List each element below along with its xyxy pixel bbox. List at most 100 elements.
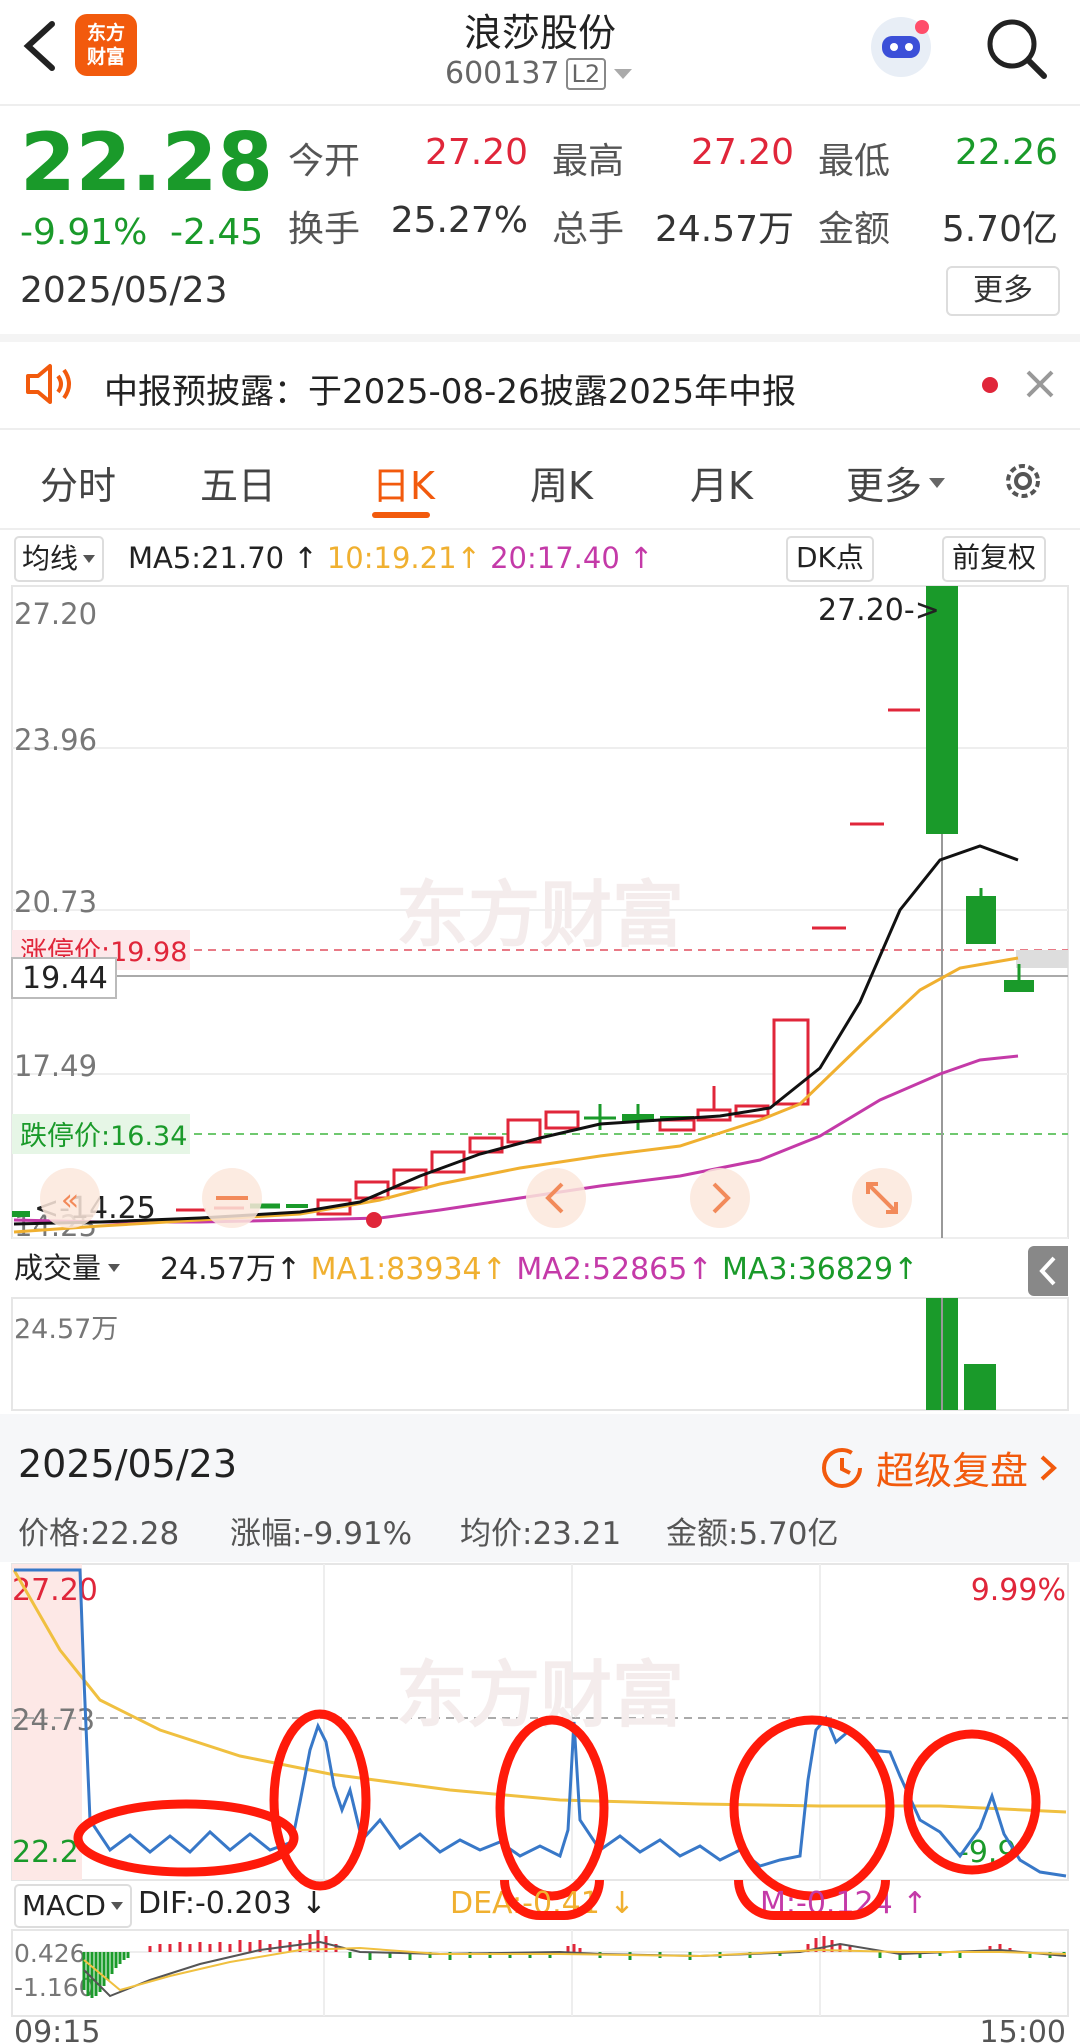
current-price: 22.28: [20, 116, 274, 209]
macd-time-end: 15:00: [980, 2015, 1066, 2044]
chevron-down-icon: [929, 477, 946, 488]
ma-selector[interactable]: 均线: [14, 536, 105, 582]
level-badge: L2: [565, 57, 607, 90]
intraday-bottom-left: 22.2: [12, 1835, 79, 1870]
stock-code-row[interactable]: 600137 L2: [445, 56, 634, 91]
adjust-label: 前复权: [952, 541, 1037, 574]
macd-dif: DIF:-0.203 ↓: [138, 1886, 327, 1921]
chevron-down-icon: [110, 1902, 123, 1910]
speaker-icon: [24, 362, 74, 406]
intraday-top-right: 9.99%: [971, 1573, 1066, 1608]
svg-text:«: «: [61, 1183, 79, 1218]
high-label: 最高: [552, 141, 625, 182]
high-marker: 27.20->: [818, 593, 940, 628]
chevron-down-icon: [614, 68, 633, 79]
low-label: 最低: [818, 141, 891, 182]
intraday-date: 2025/05/23: [18, 1442, 238, 1486]
ma10-value: 10:19.21: [326, 541, 457, 575]
step-right-button[interactable]: [690, 1168, 750, 1228]
change-percent: -9.91%: [20, 212, 148, 253]
chart-settings-button[interactable]: [998, 456, 1048, 506]
volume-selector[interactable]: 成交量: [14, 1248, 121, 1288]
turnover-value: 25.27%: [390, 200, 528, 241]
tab-monthly-k[interactable]: 月K: [690, 455, 753, 510]
more-button[interactable]: 更多: [946, 266, 1060, 316]
close-icon: [1026, 370, 1054, 398]
cursor-price-label: 19.44: [22, 961, 108, 996]
volume-indicators: 24.57万↑ MA1:83934↑ MA2:52865↑ MA3:36829↑: [160, 1252, 919, 1287]
gear-icon: [1006, 464, 1040, 498]
low-point-dot: [366, 1212, 382, 1228]
volume-ma3: MA3:36829: [722, 1252, 894, 1287]
kline-y-label-1: 27.20: [14, 597, 97, 631]
macd-dif-text: DIF:-0.203: [138, 1886, 292, 1921]
notice-dot: [982, 377, 998, 393]
tab-intraday[interactable]: 分时: [40, 455, 116, 510]
search-button[interactable]: [980, 12, 1050, 82]
kline-y-label-4: 17.49: [14, 1049, 97, 1083]
volume-axis-label: 24.57万: [14, 1314, 118, 1345]
intraday-chart[interactable]: 东方财富 27.20 9.99% 24.73 22.2 -9.9 0.426 -…: [0, 1562, 1080, 2044]
open-label: 今开: [288, 141, 361, 182]
notice-close-button[interactable]: [1022, 366, 1058, 402]
robot-avatar-icon[interactable]: [866, 12, 936, 82]
tab-more-label: 更多: [846, 464, 923, 508]
chevron-right-icon: [1040, 1455, 1057, 1480]
tab-daily-k[interactable]: 日K: [372, 455, 435, 510]
limit-down-label: 跌停价:16.34: [20, 1121, 187, 1152]
annotation-circle-1: [73, 1799, 299, 1877]
intraday-price: 价格:22.28: [18, 1508, 179, 1553]
volume-ma1: MA1:83934: [310, 1252, 482, 1287]
macd-axis-top: 0.426: [14, 1939, 86, 1968]
kline-chart[interactable]: 东方财富 27.20 23.96 20.73 17.49 14.25 涨停价:1…: [0, 582, 1080, 1242]
low-value: 22.26: [954, 132, 1058, 173]
volume-label: 总手: [552, 209, 625, 250]
intraday-avg-text: 均价:23.21: [460, 1516, 622, 1552]
amount-label: 金额: [818, 209, 891, 250]
volume-value: 24.57万: [160, 1252, 276, 1287]
volume-value: 24.57万: [654, 209, 794, 250]
step-left-button[interactable]: [526, 1168, 586, 1228]
super-replay-button[interactable]: 超级复盘: [818, 1440, 1058, 1495]
ma5-value: MA5:21.70: [128, 541, 285, 575]
intraday-mid-left: 24.73: [12, 1703, 95, 1737]
chevron-down-icon: [108, 1264, 121, 1272]
macd-selector[interactable]: MACD: [14, 1884, 132, 1928]
super-replay-label: 超级复盘: [876, 1449, 1029, 1493]
active-tab-indicator: [372, 512, 430, 518]
high-value: 27.20: [690, 132, 794, 173]
stock-code: 600137: [445, 56, 560, 91]
annotation-overlay-4: [734, 1880, 890, 1920]
volume-ma2: MA2:52865: [516, 1252, 688, 1287]
tab-more[interactable]: 更多: [846, 455, 946, 510]
notice-text[interactable]: 中报预披露：于2025-08-26披露2025年中报: [104, 364, 796, 413]
ma20-value: 20:17.40: [490, 541, 620, 575]
adjust-button[interactable]: 前复权: [942, 536, 1047, 582]
kline-watermark: 东方财富: [396, 873, 684, 957]
collapse-panel-button[interactable]: [1028, 1246, 1068, 1296]
macd-time-start: 09:15: [14, 2015, 100, 2044]
tab-weekly-k[interactable]: 周K: [530, 455, 593, 510]
chevron-left-icon: [1039, 1256, 1056, 1286]
dk-point-label: DK点: [796, 541, 864, 574]
search-icon: [987, 19, 1047, 79]
fullscreen-button[interactable]: [852, 1168, 912, 1228]
amount-value: 5.70亿: [941, 209, 1058, 250]
turnover-label: 换手: [288, 209, 361, 250]
intraday-avg: 均价:23.21: [460, 1508, 621, 1553]
kline-y-label-2: 23.96: [14, 723, 97, 757]
macd-histogram: [82, 1930, 1066, 1998]
tab-five-day[interactable]: 五日: [200, 455, 276, 510]
intraday-change: 涨幅:-9.91%: [230, 1508, 412, 1553]
change-amount: -2.45: [170, 212, 264, 253]
intraday-change-text: 涨幅:-9.91%: [230, 1516, 413, 1552]
zoom-out-button[interactable]: [202, 1168, 262, 1228]
history-clock-icon: [822, 1447, 862, 1488]
intraday-amount: 金额:5.70亿: [666, 1508, 838, 1553]
open-value: 27.20: [424, 132, 528, 173]
dk-point-button[interactable]: DK点: [786, 536, 874, 582]
scroll-left-button[interactable]: «: [40, 1168, 100, 1228]
volume-chart: 24.57万: [11, 1297, 1069, 1411]
ma-selector-label: 均线: [22, 542, 79, 575]
chevron-down-icon: [83, 555, 96, 563]
